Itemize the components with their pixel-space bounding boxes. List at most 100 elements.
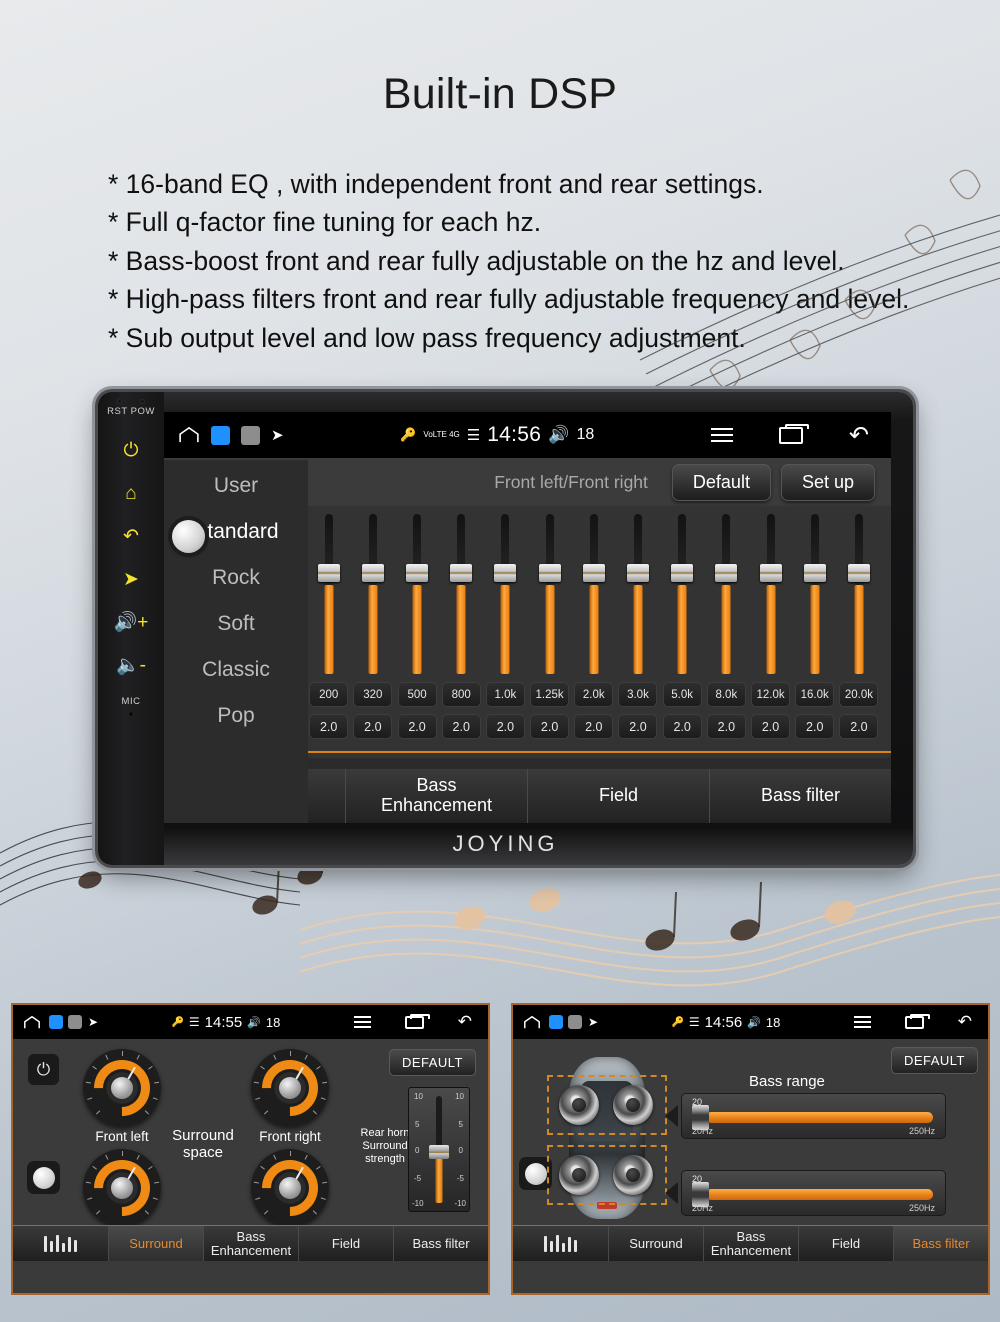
- default-button[interactable]: Default: [671, 463, 771, 501]
- power-icon[interactable]: ⏻: [27, 1053, 60, 1086]
- slider-knob[interactable]: [847, 564, 870, 582]
- slider-knob[interactable]: [759, 564, 782, 582]
- preset-option-user[interactable]: User: [164, 474, 308, 498]
- bass-range-slider-rear[interactable]: 20 20Hz 250Hz: [681, 1170, 946, 1216]
- eq-band-slider[interactable]: [580, 514, 608, 674]
- navigation-icon[interactable]: ➤: [123, 570, 139, 589]
- eq-band-slider[interactable]: [536, 514, 564, 674]
- default-button[interactable]: DEFAULT: [890, 1047, 978, 1074]
- eq-sliders-icon[interactable]: [13, 1226, 109, 1261]
- preset-option-pop[interactable]: Pop: [164, 704, 308, 728]
- tab-bass-filter[interactable]: Bass filter: [710, 769, 891, 823]
- eq-band-slider[interactable]: [403, 514, 431, 674]
- slider-knob[interactable]: [538, 564, 561, 582]
- tab-field[interactable]: Field: [299, 1226, 394, 1261]
- preset-dropdown-menu[interactable]: UserStandardRockSoftClassicPop: [164, 460, 308, 823]
- speaker-front-right-icon[interactable]: [613, 1085, 653, 1125]
- eq-value-cell[interactable]: 2.0: [839, 714, 879, 739]
- preset-option-rock[interactable]: Rock: [164, 566, 308, 590]
- tab-bass-enhancement[interactable]: Bass Enhancement: [704, 1226, 799, 1261]
- eq-value-cell[interactable]: 2.0: [530, 714, 570, 739]
- eq-band-slider[interactable]: [801, 514, 829, 674]
- back-icon[interactable]: ↶: [849, 421, 869, 450]
- app-badge-icon[interactable]: [68, 1015, 82, 1029]
- volume-down-icon[interactable]: 🔈-: [116, 656, 146, 675]
- home-icon[interactable]: [23, 1015, 41, 1029]
- rotary-knob[interactable]: [27, 1161, 60, 1194]
- bass-range-slider-front[interactable]: 20 20Hz 250Hz: [681, 1093, 946, 1139]
- eq-value-cell[interactable]: 2.0: [795, 714, 835, 739]
- eq-value-cell[interactable]: 2.0: [618, 714, 658, 739]
- eq-band-slider[interactable]: [668, 514, 696, 674]
- eq-frequency-cell[interactable]: 200: [309, 682, 349, 707]
- preset-option-classic[interactable]: Classic: [164, 658, 308, 682]
- eq-frequency-cell[interactable]: 3.0k: [618, 682, 658, 707]
- knob-front-right[interactable]: Front right: [250, 1048, 330, 1144]
- send-icon[interactable]: ➤: [88, 1015, 98, 1029]
- fader-knob[interactable]: [429, 1145, 449, 1159]
- slider-knob[interactable]: [361, 564, 384, 582]
- tab-surround[interactable]: Surround: [109, 1226, 204, 1261]
- setup-button[interactable]: Set up: [780, 463, 875, 501]
- eq-frequency-cell[interactable]: 1.25k: [530, 682, 570, 707]
- default-button[interactable]: DEFAULT: [388, 1049, 476, 1076]
- speaker-front-left-icon[interactable]: [559, 1085, 599, 1125]
- power-icon[interactable]: ⏻: [123, 441, 138, 460]
- speaker-rear-right-icon[interactable]: [613, 1155, 653, 1195]
- rotary-knob[interactable]: [172, 520, 205, 553]
- slider-knob[interactable]: [715, 564, 738, 582]
- tab-bass-filter[interactable]: Bass filter: [394, 1226, 488, 1261]
- eq-frequency-cell[interactable]: 8.0k: [706, 682, 746, 707]
- eq-value-cell[interactable]: 2.0: [751, 714, 791, 739]
- back-icon[interactable]: ↶: [123, 527, 139, 546]
- tab-field[interactable]: Field: [528, 769, 710, 823]
- eq-value-cell[interactable]: 2.0: [662, 714, 702, 739]
- recents-icon[interactable]: [904, 1013, 930, 1029]
- eq-band-slider[interactable]: [712, 514, 740, 674]
- slider-knob[interactable]: [450, 564, 473, 582]
- eq-band-slider[interactable]: [845, 514, 873, 674]
- volume-up-icon[interactable]: 🔊+: [114, 613, 149, 632]
- send-icon[interactable]: ➤: [271, 426, 284, 444]
- slider-knob[interactable]: [626, 564, 649, 582]
- slider-knob[interactable]: [671, 564, 694, 582]
- eq-frequency-cell[interactable]: 500: [397, 682, 437, 707]
- home-icon[interactable]: ⌂: [125, 484, 136, 503]
- eq-frequency-cell[interactable]: 16.0k: [795, 682, 835, 707]
- eq-value-cell[interactable]: 2.0: [441, 714, 481, 739]
- app-badge-icon[interactable]: [568, 1015, 582, 1029]
- menu-icon[interactable]: [353, 1016, 371, 1028]
- eq-value-cell[interactable]: 2.0: [353, 714, 393, 739]
- eq-band-slider[interactable]: [757, 514, 785, 674]
- tab-bass-enhancement[interactable]: Bass Enhancement: [204, 1226, 299, 1261]
- preset-option-soft[interactable]: Soft: [164, 612, 308, 636]
- back-icon[interactable]: ↶: [958, 1012, 972, 1032]
- app-badge-icon[interactable]: [549, 1015, 563, 1029]
- eq-band-slider[interactable]: [491, 514, 519, 674]
- slider-knob[interactable]: [803, 564, 826, 582]
- speaker-rear-left-icon[interactable]: [559, 1155, 599, 1195]
- slider-knob[interactable]: [406, 564, 429, 582]
- eq-band-slider[interactable]: [315, 514, 343, 674]
- app-badge-icon[interactable]: [241, 425, 260, 445]
- eq-frequency-cell[interactable]: 2.0k: [574, 682, 614, 707]
- eq-band-slider[interactable]: [447, 514, 475, 674]
- menu-icon[interactable]: [710, 428, 733, 442]
- back-icon[interactable]: ↶: [458, 1012, 472, 1032]
- eq-value-cell[interactable]: 2.0: [706, 714, 746, 739]
- slider-knob[interactable]: [317, 564, 340, 582]
- eq-frequency-cell[interactable]: 20.0k: [839, 682, 879, 707]
- app-badge-icon[interactable]: [211, 425, 230, 445]
- tab-surround[interactable]: Surround: [609, 1226, 704, 1261]
- slider-knob[interactable]: [494, 564, 517, 582]
- eq-frequency-cell[interactable]: 12.0k: [751, 682, 791, 707]
- slider-knob[interactable]: [582, 564, 605, 582]
- knob-front-left[interactable]: Front left: [82, 1048, 162, 1144]
- car-speakers-diagram-icon[interactable]: [543, 1053, 671, 1223]
- tab-bass-enhancement[interactable]: Bass Enhancement: [346, 769, 528, 823]
- eq-band-slider[interactable]: [624, 514, 652, 674]
- home-icon[interactable]: [523, 1015, 541, 1029]
- eq-frequency-cell[interactable]: 320: [353, 682, 393, 707]
- recents-icon[interactable]: [778, 423, 809, 444]
- eq-value-cell[interactable]: 2.0: [397, 714, 437, 739]
